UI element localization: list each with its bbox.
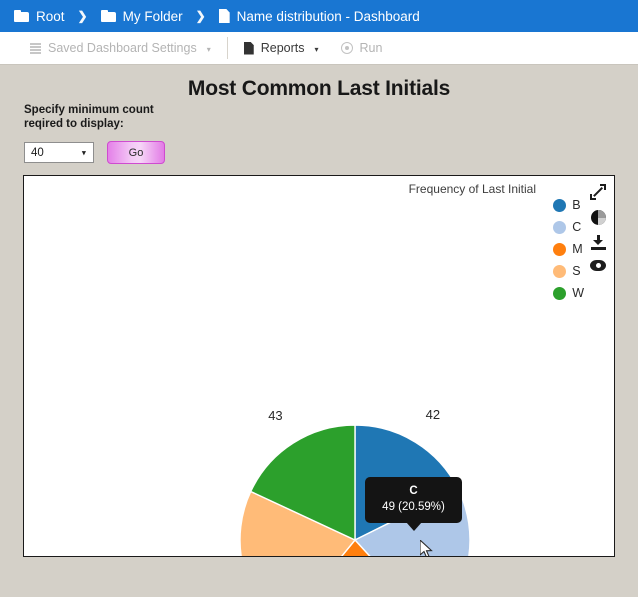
chevron-down-icon: ▾ bbox=[81, 147, 86, 157]
file-icon bbox=[219, 9, 230, 23]
tooltip-value: 49 (20.59%) bbox=[382, 501, 445, 513]
legend-item-c[interactable]: C bbox=[553, 220, 584, 234]
breadcrumb: Root ❯ My Folder ❯ Name distribution - D… bbox=[0, 0, 638, 32]
legend-item-w[interactable]: W bbox=[553, 286, 584, 300]
legend-item-m[interactable]: M bbox=[553, 242, 584, 256]
breadcrumb-item-my-folder[interactable]: My Folder bbox=[100, 8, 183, 24]
legend-swatch bbox=[553, 264, 567, 278]
minimum-count-value: 40 bbox=[31, 146, 44, 159]
breadcrumb-label: Root bbox=[36, 8, 65, 24]
mouse-cursor bbox=[420, 540, 433, 556]
legend-label: W bbox=[572, 286, 584, 300]
legend-label: C bbox=[572, 220, 582, 234]
reports-label: Reports bbox=[260, 41, 305, 55]
breadcrumb-item-dashboard[interactable]: Name distribution - Dashboard bbox=[219, 9, 420, 24]
breadcrumb-label: Name distribution - Dashboard bbox=[236, 8, 420, 24]
breadcrumb-label: My Folder bbox=[122, 8, 183, 24]
legend-label: B bbox=[572, 198, 581, 212]
chevron-down-icon: ▾ bbox=[206, 44, 211, 54]
breadcrumb-item-root[interactable]: Root bbox=[14, 9, 65, 24]
chart-legend: B C M S W bbox=[553, 198, 584, 300]
filter-controls: 40 ▾ Go bbox=[24, 141, 204, 164]
tooltip-title: C bbox=[409, 485, 418, 497]
lines-icon bbox=[30, 42, 41, 54]
legend-label: S bbox=[572, 264, 581, 278]
folder-icon bbox=[14, 10, 29, 22]
app-toolbar: Saved Dashboard Settings ▾ Reports ▾ Run bbox=[0, 32, 638, 65]
page-title: Most Common Last Initials bbox=[187, 77, 451, 100]
download-icon[interactable] bbox=[590, 235, 606, 250]
legend-swatch bbox=[553, 242, 567, 256]
chevron-down-icon: ▾ bbox=[314, 44, 319, 54]
dashboard-body: Most Common Last Initials Specify minimu… bbox=[0, 65, 638, 597]
breadcrumb-separator: ❯ bbox=[195, 9, 206, 23]
folder-icon bbox=[100, 10, 116, 22]
legend-label: M bbox=[572, 242, 583, 256]
saved-dashboard-settings-menu[interactable]: Saved Dashboard Settings ▾ bbox=[30, 41, 211, 55]
reports-menu[interactable]: Reports ▾ bbox=[244, 41, 319, 55]
run-circle-icon bbox=[340, 42, 353, 54]
run-button[interactable]: Run bbox=[340, 41, 383, 55]
chart-panel: Frequency of Last Initial 4249545043 B C… bbox=[23, 175, 615, 557]
legend-item-s[interactable]: S bbox=[553, 264, 584, 278]
filter-label: Specify minimum count reqired to display… bbox=[24, 104, 154, 130]
run-label: Run bbox=[359, 41, 383, 55]
legend-swatch bbox=[553, 286, 567, 300]
expand-icon[interactable] bbox=[590, 184, 606, 200]
filter-panel: Specify minimum count reqired to display… bbox=[24, 103, 204, 164]
pie-data-label: 42 bbox=[426, 407, 440, 422]
pie-data-label: 43 bbox=[268, 408, 282, 423]
legend-item-b[interactable]: B bbox=[553, 198, 584, 212]
eye-icon[interactable] bbox=[590, 260, 606, 271]
legend-swatch bbox=[553, 198, 567, 212]
chart-toolbar bbox=[584, 177, 612, 279]
pie-chart[interactable]: 4249545043 bbox=[24, 176, 615, 557]
toolbar-divider bbox=[226, 37, 228, 59]
document-icon bbox=[244, 42, 254, 55]
chart-tooltip: C 49 (20.59%) bbox=[365, 477, 462, 523]
pie-chart-icon[interactable] bbox=[590, 210, 606, 225]
legend-swatch bbox=[553, 220, 567, 234]
breadcrumb-separator: ❯ bbox=[77, 9, 88, 23]
saved-dashboard-settings-label: Saved Dashboard Settings bbox=[48, 41, 197, 55]
go-button[interactable]: Go bbox=[107, 141, 165, 164]
minimum-count-select[interactable]: 40 ▾ bbox=[24, 142, 94, 163]
